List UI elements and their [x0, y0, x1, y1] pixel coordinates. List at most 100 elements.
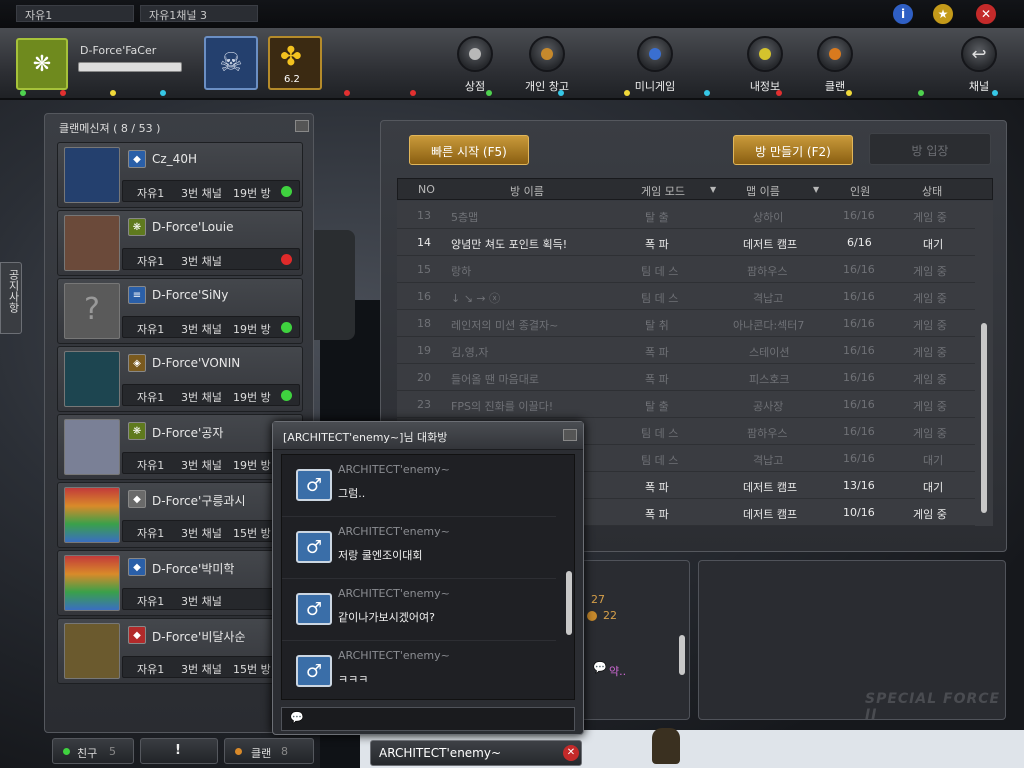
close-icon[interactable]: ✕	[975, 3, 997, 25]
alert-tab[interactable]: !	[140, 738, 218, 764]
clan-member[interactable]: ❋ D-Force'공자 자유1 3번 채널 19번 방	[57, 414, 303, 480]
minimize-icon[interactable]	[563, 429, 577, 441]
chat-header[interactable]: [ARCHITECT'enemy~]님 대화방	[273, 422, 583, 450]
clan-member[interactable]: ◆ Cz_40H 자유1 3번 채널 19번 방	[57, 142, 303, 208]
exp-bar	[78, 62, 182, 72]
clan-member[interactable]: ◆ D-Force'비달사순 자유1 3번 채널 15번 방	[57, 618, 303, 684]
avatar	[64, 147, 120, 203]
member-channel: 3번 채널	[181, 527, 222, 540]
profile-name: D-Force'FaCer	[80, 44, 157, 57]
rank-value: 6.2	[284, 74, 300, 85]
light	[410, 90, 416, 96]
channel-server: 자유1	[16, 5, 134, 22]
light	[776, 90, 782, 96]
myinfo-label: 내정보	[749, 80, 781, 93]
clan-icon	[817, 36, 853, 72]
online-indicator	[281, 186, 292, 197]
room-row[interactable]: 14 양념만 쳐도 포인트 획득! 폭 파 데저트 캠프 6/16 대기	[397, 230, 975, 256]
header-map-name[interactable]: 맵 이름	[746, 183, 780, 199]
clan-tab-count: 8	[281, 745, 288, 758]
member-name: D-Force'비달사순	[152, 630, 246, 644]
room-table-header: NO 방 이름 게임 모드 ▼ 맵 이름 ▼ 인원 상태	[397, 178, 993, 200]
member-room: 19번 방	[233, 391, 271, 404]
room-row[interactable]: 23 FPS의 진화를 이끌다! 탈 출 공사장 16/16 게임 중	[397, 392, 975, 418]
clan-member[interactable]: ◈ D-Force'VONIN 자유1 3번 채널 19번 방	[57, 346, 303, 412]
avatar	[64, 351, 120, 407]
male-user-icon: ♂	[296, 469, 332, 501]
room-list-scrollbar[interactable]	[981, 323, 987, 513]
header-game-mode[interactable]: 게임 모드	[641, 183, 685, 199]
member-room: 15번 방	[233, 663, 271, 676]
rank-badge[interactable]: ✤ 6.2	[268, 36, 322, 90]
header-no[interactable]: NO	[418, 183, 435, 196]
room-row[interactable]: 15 랑하 팀 데 스 팜하우스 16/16 게임 중	[397, 257, 975, 283]
clan-label: 클랜	[824, 80, 846, 93]
clan-tab-label: 클랜	[251, 747, 272, 760]
close-icon[interactable]: ✕	[563, 745, 579, 761]
clan-emblem-icon[interactable]: ❋	[16, 38, 68, 90]
friends-tab[interactable]: 친구 5	[52, 738, 134, 764]
notice-tab[interactable]: 공지사항	[0, 262, 22, 334]
chat-input[interactable]: 💬	[281, 707, 575, 731]
myinfo-button[interactable]: 내정보	[730, 36, 800, 96]
clover-icon: ✤	[280, 42, 302, 72]
minimize-icon[interactable]	[295, 120, 309, 132]
shop-button[interactable]: 상점	[440, 36, 510, 96]
member-channel: 3번 채널	[181, 391, 222, 404]
light	[558, 90, 564, 96]
rank-icon: ◈	[128, 354, 146, 372]
member-name: D-Force'구릉과시	[152, 494, 246, 508]
room-row[interactable]: 13 5층맵 탈 출 상하이 16/16 게임 중	[397, 203, 975, 229]
member-server: 자유1	[137, 255, 165, 268]
chat-scrollbar[interactable]	[566, 571, 572, 635]
clan-button[interactable]: 클랜	[800, 36, 870, 96]
online-indicator	[63, 748, 70, 755]
member-name: D-Force'박미학	[152, 562, 235, 576]
side-text: 약..	[609, 665, 627, 678]
room-row[interactable]: 16 ↓ ↘ → ⓧ 팀 데 스 격납고 16/16 게임 중	[397, 284, 975, 310]
skull-emblem-icon[interactable]: ☠	[204, 36, 258, 90]
chat-tab[interactable]: ARCHITECT'enemy~ ✕	[370, 740, 582, 766]
room-row[interactable]: 18 레인저의 미션 종결자~ 탈 취 아나콘다:섹터7 16/16 게임 중	[397, 311, 975, 337]
member-channel: 3번 채널	[181, 255, 222, 268]
character-mascot	[652, 728, 680, 764]
create-room-button[interactable]: 방 만들기 (F2)	[733, 135, 853, 165]
star-icon[interactable]: ★	[932, 3, 954, 25]
chat-message: ♂ ARCHITECT'enemy~ 그럼..	[282, 455, 556, 517]
member-server: 자유1	[137, 527, 165, 540]
storage-icon	[529, 36, 565, 72]
member-channel: 3번 채널	[181, 595, 222, 608]
avatar	[64, 215, 120, 271]
minigame-button[interactable]: 미니게임	[620, 36, 690, 96]
clan-member[interactable]: ◆ D-Force'구릉과시 자유1 3번 채널 15번 방	[57, 482, 303, 548]
chevron-down-icon[interactable]: ▼	[813, 185, 819, 194]
enter-room-button[interactable]: 방 입장	[869, 133, 991, 165]
member-server: 자유1	[137, 391, 165, 404]
room-row[interactable]: 20 들어올 땐 마음대로 폭 파 피스호크 16/16 게임 중	[397, 365, 975, 391]
clan-member[interactable]: ❋ D-Force'Louie 자유1 3번 채널	[57, 210, 303, 276]
myinfo-icon	[747, 36, 783, 72]
rank-icon: ◆	[128, 490, 146, 508]
lobby-chat-scrollbar[interactable]	[679, 635, 685, 675]
info-icon[interactable]: i	[892, 3, 914, 25]
header-status[interactable]: 상태	[922, 183, 942, 199]
storage-button[interactable]: 개인 창고	[512, 36, 582, 96]
minigame-icon	[637, 36, 673, 72]
header-players[interactable]: 인원	[850, 183, 870, 199]
header-room-name[interactable]: 방 이름	[510, 183, 544, 199]
member-name: D-Force'VONIN	[152, 356, 241, 370]
member-name: D-Force'SiNy	[152, 288, 229, 302]
member-room: 19번 방	[233, 187, 271, 200]
chat-tab-label: ARCHITECT'enemy~	[379, 746, 502, 760]
clan-member[interactable]: ◆ D-Force'박미학 자유1 3번 채널	[57, 550, 303, 616]
chevron-down-icon[interactable]: ▼	[710, 185, 716, 194]
member-server: 자유1	[137, 595, 165, 608]
channel-button[interactable]: ↩ 채널	[944, 36, 1014, 96]
quick-start-button[interactable]: 빠른 시작 (F5)	[409, 135, 529, 165]
clan-tab[interactable]: 클랜 8	[224, 738, 314, 764]
return-icon: ↩	[961, 36, 997, 72]
room-row[interactable]: 19 김,영,자 폭 파 스테이션 16/16 게임 중	[397, 338, 975, 364]
clan-member[interactable]: ? ≡ D-Force'SiNy 자유1 3번 채널 19번 방	[57, 278, 303, 344]
chat-message-list: ♂ ARCHITECT'enemy~ 그럼.. ♂ ARCHITECT'enem…	[281, 454, 575, 700]
male-user-icon: ♂	[296, 655, 332, 687]
